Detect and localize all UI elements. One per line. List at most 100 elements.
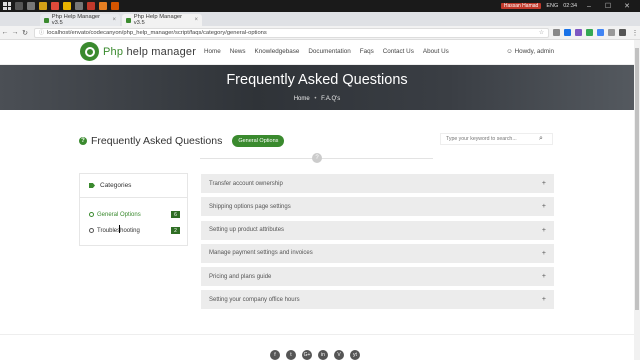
bookmark-star-icon[interactable]: ☆ — [539, 30, 544, 36]
folder-icon[interactable] — [39, 2, 47, 10]
minimize-icon[interactable]: – — [582, 3, 596, 10]
browser-tab-active[interactable]: Php Help Manager v3.5 × — [122, 14, 202, 26]
faq-item[interactable]: Manage payment settings and invoices + — [201, 243, 554, 263]
category-count: 6 — [171, 211, 180, 218]
category-item-general-options[interactable]: General Options 6 — [89, 211, 180, 218]
faq-question: Shipping options page settings — [209, 203, 291, 210]
breadcrumb: Home • F.A.Q's — [0, 96, 634, 102]
youtube-icon[interactable]: yt — [350, 350, 360, 360]
site-header: Php help manager Home News Knowledgebase… — [0, 40, 640, 65]
user-menu[interactable]: ☺ Howdy, admin — [506, 48, 554, 55]
faq-question: Pricing and plans guide — [209, 273, 272, 280]
extension-icon[interactable] — [575, 29, 582, 36]
back-icon[interactable]: ← — [0, 29, 10, 36]
faq-item[interactable]: Setting up product attributes + — [201, 220, 554, 240]
categories-header: Categories — [80, 174, 187, 198]
nav-news[interactable]: News — [230, 48, 246, 55]
extension-icon[interactable] — [619, 29, 626, 36]
faq-item[interactable]: Transfer account ownership + — [201, 174, 554, 193]
chrome-icon[interactable] — [63, 2, 71, 10]
os-taskbar: Hassan Hamad ENG 02:34 – ☐ ✕ — [0, 0, 640, 12]
faq-item[interactable]: Shipping options page settings + — [201, 197, 554, 217]
browser-toolbar: ← → ↻ ⓘ localhost/envato/codecanyon/php_… — [0, 26, 640, 40]
url-text: localhost/envato/codecanyon/php_help_man… — [47, 29, 267, 36]
twitter-icon[interactable]: t — [286, 350, 296, 360]
tag-icon — [89, 183, 95, 188]
app-icon[interactable] — [99, 2, 107, 10]
menu-icon[interactable]: ⋮ — [630, 29, 640, 37]
instagram-icon[interactable]: in — [318, 350, 328, 360]
favicon-icon — [44, 17, 49, 23]
expand-plus-icon[interactable]: + — [542, 273, 546, 280]
extension-icon[interactable] — [564, 29, 571, 36]
faq-question: Setting up product attributes — [209, 227, 285, 234]
extension-icon[interactable] — [553, 29, 560, 36]
breadcrumb-current: F.A.Q's — [321, 96, 341, 102]
search-icon[interactable]: ⌕ — [539, 135, 543, 143]
tab-title: Php Help Manager v3.5 — [133, 14, 183, 26]
windows-start-icon[interactable] — [3, 2, 11, 10]
faq-section-title: Frequently Asked Questions — [91, 135, 223, 147]
app-icon[interactable] — [111, 2, 119, 10]
favicon-icon — [126, 17, 131, 23]
facebook-icon[interactable]: f — [270, 350, 280, 360]
system-tray: Hassan Hamad ENG 02:34 – ☐ ✕ — [500, 2, 640, 10]
user-badge: Hassan Hamad — [500, 3, 542, 9]
expand-plus-icon[interactable]: + — [542, 180, 546, 187]
address-bar[interactable]: ⓘ localhost/envato/codecanyon/php_help_m… — [34, 27, 549, 38]
scrollbar-thumb[interactable] — [635, 48, 639, 310]
active-category-pill[interactable]: General Options — [232, 135, 285, 147]
category-item-troubleshooting[interactable]: Troubleshooting 2 — [89, 227, 180, 234]
task-view-icon[interactable] — [27, 2, 35, 10]
breadcrumb-home[interactable]: Home — [294, 96, 310, 102]
nav-about-us[interactable]: About Us — [423, 48, 449, 55]
faq-item[interactable]: Pricing and plans guide + — [201, 267, 554, 287]
nav-knowledgebase[interactable]: Knowledgebase — [255, 48, 300, 55]
google-plus-icon[interactable]: G+ — [302, 350, 312, 360]
forward-icon[interactable]: → — [10, 29, 20, 36]
close-icon[interactable]: × — [194, 17, 198, 23]
radio-icon[interactable] — [89, 228, 94, 233]
new-tab-button[interactable] — [204, 14, 216, 26]
maximize-icon[interactable]: ☐ — [601, 2, 615, 10]
text-cursor-icon — [119, 225, 123, 233]
nav-home[interactable]: Home — [204, 48, 221, 55]
browser-tab[interactable]: Php Help Manager v3.5 × — [40, 14, 120, 26]
close-icon[interactable]: ✕ — [620, 2, 634, 10]
extension-icon[interactable] — [608, 29, 615, 36]
nav-faqs[interactable]: Faqs — [360, 48, 374, 55]
close-icon[interactable]: × — [112, 17, 116, 23]
social-links: f t G+ in V yt — [270, 350, 360, 360]
language-indicator[interactable]: ENG — [546, 3, 558, 9]
app-icon[interactable] — [87, 2, 95, 10]
info-icon: ⓘ — [39, 30, 45, 36]
lifebuoy-icon — [80, 42, 99, 61]
user-icon: ☺ — [506, 48, 515, 55]
categories-panel: Categories General Options 6 Troubleshoo… — [79, 173, 188, 246]
expand-plus-icon[interactable]: + — [542, 296, 546, 303]
radio-icon[interactable] — [89, 212, 94, 217]
app-icon[interactable] — [51, 2, 59, 10]
search-input[interactable] — [441, 136, 539, 142]
clock[interactable]: 02:34 — [563, 3, 577, 9]
expand-plus-icon[interactable]: + — [542, 227, 546, 234]
faq-question: Setting your company office hours — [209, 296, 300, 303]
reload-icon[interactable]: ↻ — [20, 29, 30, 37]
faq-search: ⌕ — [440, 133, 553, 145]
expand-plus-icon[interactable]: + — [542, 203, 546, 210]
expand-plus-icon[interactable]: + — [542, 250, 546, 257]
site-logo[interactable]: Php help manager — [80, 42, 196, 61]
extension-icon[interactable] — [597, 29, 604, 36]
nav-contact-us[interactable]: Contact Us — [383, 48, 414, 55]
tab-title: Php Help Manager v3.5 — [51, 14, 101, 26]
faq-item[interactable]: Setting your company office hours + — [201, 290, 554, 310]
extension-icon[interactable] — [586, 29, 593, 36]
footer-divider — [0, 334, 634, 335]
vimeo-icon[interactable]: V — [334, 350, 344, 360]
search-icon[interactable] — [15, 2, 23, 10]
logo-text: Php help manager — [103, 45, 197, 58]
page-scrollbar[interactable] — [634, 40, 640, 360]
nav-documentation[interactable]: Documentation — [308, 48, 350, 55]
app-icon[interactable] — [75, 2, 83, 10]
category-label: General Options — [97, 211, 141, 218]
